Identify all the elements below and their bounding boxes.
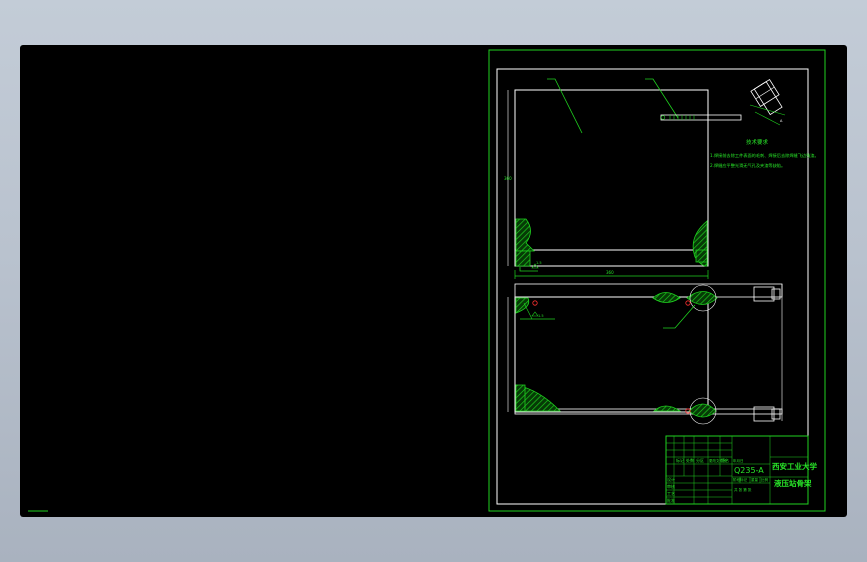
weld-bottom-left bbox=[515, 218, 535, 252]
marker-red-2 bbox=[685, 300, 691, 306]
weld-label-1: 1.5 bbox=[536, 261, 542, 265]
tb-organization: 西安工业大学 bbox=[772, 461, 817, 471]
bottom-view-top-rail bbox=[514, 283, 783, 298]
tb-stage-label: 阶段标记 bbox=[733, 477, 747, 482]
sheet-inner-frame bbox=[496, 68, 809, 505]
tech-note-2: 2.焊缝应平整光滑无气孔及夹渣等缺陷。 bbox=[710, 162, 785, 169]
tb-material: Q235-A bbox=[734, 466, 764, 475]
dimension-top-height: 360 bbox=[504, 176, 512, 181]
weld-bv-bottom-right bbox=[688, 403, 717, 418]
weld-bottom-left-2 bbox=[515, 250, 531, 267]
leader-line-3 bbox=[663, 304, 696, 329]
tb-header-5: 签名 bbox=[721, 457, 729, 463]
tb-scale-label: 比例 bbox=[761, 477, 769, 482]
sheet-outer-border bbox=[488, 49, 826, 512]
tb-header-1: 标记 bbox=[676, 457, 684, 463]
tb-header-2: 处数 bbox=[686, 457, 694, 463]
tech-requirements: 技术要求 1.焊接前去除工件表面的毛刺、焊接后去除焊缝飞边残渣。 2.焊缝应平整… bbox=[710, 138, 819, 169]
cad-drawing-viewport[interactable]: 360 360 1.5 A 技术要求 1.焊接前去除工件表面的毛刺、焊接后去除焊… bbox=[20, 45, 847, 517]
bottom-view: 1.5 bbox=[507, 283, 783, 425]
fitting-label: A bbox=[780, 119, 783, 123]
weld-bottom-right-2 bbox=[695, 249, 708, 263]
tech-note-1: 1.焊接前去除工件表面的毛刺、焊接后去除焊缝飞边残渣。 bbox=[710, 152, 819, 159]
weld-symbol-1 bbox=[519, 267, 538, 272]
tb-role-process: 工艺 bbox=[667, 491, 675, 496]
leader-line-1 bbox=[547, 78, 583, 134]
top-view: 360 360 1.5 bbox=[504, 78, 709, 279]
weld-bv-bottom-mid bbox=[652, 405, 682, 412]
tb-weight-label: 重量 bbox=[751, 477, 759, 482]
top-view-outline bbox=[514, 89, 709, 267]
leader-line-2 bbox=[645, 78, 679, 119]
tb-role-design: 设计 bbox=[667, 476, 675, 482]
tb-header-6: 年月日 bbox=[733, 458, 744, 463]
tech-requirements-title: 技术要求 bbox=[746, 138, 769, 146]
marker-red-1 bbox=[532, 300, 538, 306]
tb-sheet-label: 共 张 第 张 bbox=[734, 487, 752, 492]
weld-bv-top-right bbox=[686, 291, 718, 305]
title-block: 标记 处数 分区 更改文件号 签名 年月日 设计 审核 工艺 批准 阶段标记 重… bbox=[665, 435, 817, 505]
pipe-fitting-detail: A bbox=[660, 78, 786, 126]
tb-drawing-name: 液压站骨架 bbox=[774, 478, 812, 488]
weld-bv-top-left bbox=[515, 297, 530, 314]
bottom-view-outline bbox=[514, 296, 709, 413]
tb-role-approve: 批准 bbox=[667, 497, 675, 503]
weld-label-2: 1.5 bbox=[538, 314, 544, 318]
weld-bv-bottom-left-2 bbox=[515, 384, 526, 412]
cad-drawing-canvas: 360 360 1.5 A 技术要求 1.焊接前去除工件表面的毛刺、焊接后去除焊… bbox=[28, 49, 826, 512]
weld-bv-top-mid bbox=[652, 292, 681, 303]
pipe-body bbox=[660, 114, 742, 121]
tb-header-3: 分区 bbox=[696, 457, 704, 463]
tb-role-review: 审核 bbox=[667, 483, 675, 489]
dimension-top-width: 360 bbox=[606, 270, 614, 275]
